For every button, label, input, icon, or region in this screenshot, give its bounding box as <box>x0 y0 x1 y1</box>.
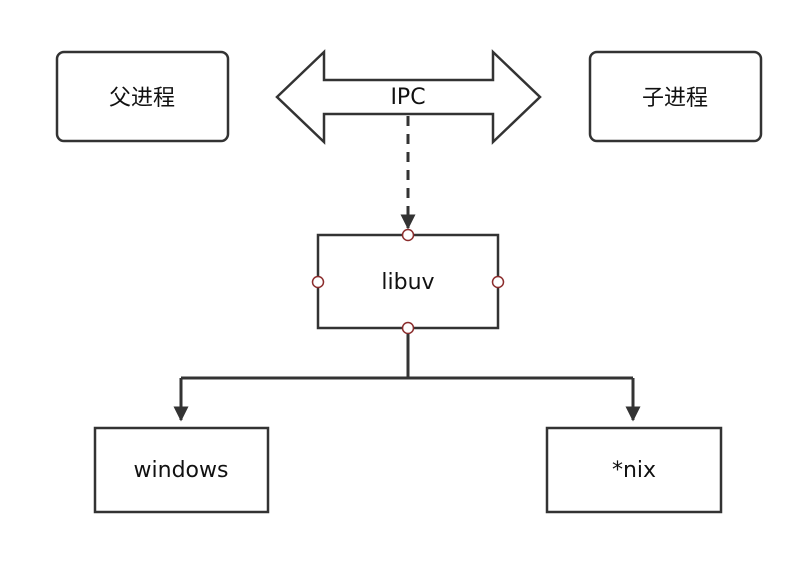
ipc-label: IPC <box>390 85 425 110</box>
windows-label: windows <box>134 458 229 483</box>
nix-node[interactable]: *nix <box>545 426 723 514</box>
libuv-label: libuv <box>381 270 434 295</box>
libuv-handle-bottom[interactable] <box>401 321 415 335</box>
diagram-canvas: 父进程 子进程 IPC libuv windows *nix <box>55 49 763 514</box>
parent-process-node[interactable]: 父进程 <box>55 50 230 143</box>
libuv-handle-left[interactable] <box>311 275 325 289</box>
libuv-handle-top[interactable] <box>401 228 415 242</box>
libuv-to-platforms-connector <box>173 334 641 422</box>
parent-process-label: 父进程 <box>109 86 175 111</box>
libuv-node[interactable]: libuv <box>311 228 505 335</box>
windows-node[interactable]: windows <box>93 426 270 514</box>
child-process-node[interactable]: 子进程 <box>588 50 763 143</box>
nix-label: *nix <box>612 458 656 483</box>
child-process-label: 子进程 <box>642 86 708 111</box>
libuv-handle-right[interactable] <box>491 275 505 289</box>
ipc-node[interactable]: IPC <box>275 49 542 145</box>
